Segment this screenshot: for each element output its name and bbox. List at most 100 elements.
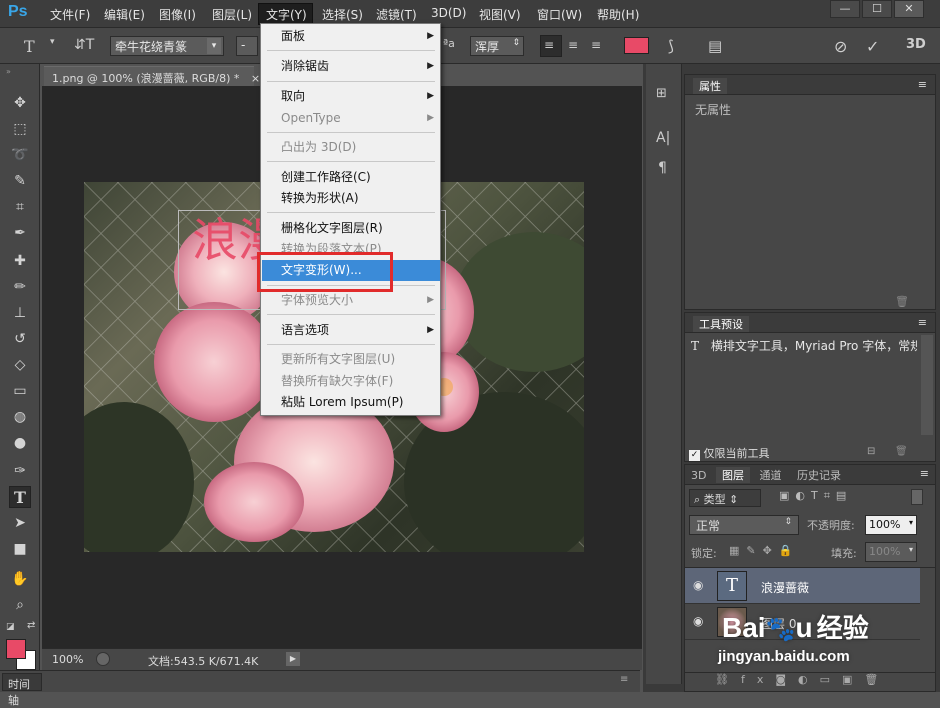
eye-icon[interactable]: ◉: [693, 614, 703, 628]
gradient-tool-icon[interactable]: ▭: [9, 380, 31, 402]
default-colors-icon[interactable]: ◪: [6, 622, 15, 632]
quick-select-tool-icon[interactable]: ✎: [9, 170, 31, 192]
eye-icon[interactable]: ◉: [693, 578, 703, 592]
menu-edit[interactable]: 编辑(E): [104, 6, 145, 23]
tab-history[interactable]: 历史记录: [791, 467, 847, 483]
menu-item-convert-to-shape[interactable]: 转换为形状(A): [261, 188, 440, 209]
chevron-down-icon[interactable]: ▾: [50, 37, 55, 47]
swap-colors-icon[interactable]: ⇄: [27, 620, 35, 631]
character-panel-icon[interactable]: ▤: [708, 37, 722, 55]
healing-brush-tool-icon[interactable]: ✚: [9, 250, 31, 272]
tab-3d[interactable]: 3D: [685, 469, 712, 482]
scrollbar[interactable]: [921, 335, 933, 435]
timeline-tab[interactable]: 时间轴: [2, 673, 42, 707]
marquee-tool-icon[interactable]: ⬚: [9, 118, 31, 140]
menu-item-create-work-path[interactable]: 创建工作路径(C): [261, 167, 440, 188]
text-orientation-icon[interactable]: ⇵T: [74, 37, 94, 53]
tool-preset-item[interactable]: T 横排文字工具，Myriad Pro 字体，常规: [685, 333, 917, 358]
filter-icons[interactable]: ▣◐T⌗▤: [779, 489, 852, 503]
antialias-select[interactable]: 浑厚 ⇕: [470, 36, 524, 56]
tab-channels[interactable]: 通道: [753, 467, 787, 483]
layer-name[interactable]: 浪漫蔷薇: [761, 579, 809, 596]
type-tool-icon[interactable]: T: [9, 486, 31, 508]
panel-menu-icon[interactable]: ≡: [620, 674, 628, 685]
font-style-select[interactable]: -: [236, 36, 258, 56]
clone-stamp-tool-icon[interactable]: ⊥: [9, 302, 31, 324]
history-brush-tool-icon[interactable]: ↺: [9, 328, 31, 350]
document-tab[interactable]: 1.png @ 100% (浪漫蔷薇, RGB/8) * ×: [44, 66, 260, 86]
eyedropper-tool-icon[interactable]: ✒: [9, 222, 31, 244]
maximize-button[interactable]: ☐: [862, 0, 892, 18]
panel-menu-icon[interactable]: ≡: [918, 78, 927, 91]
filter-kind-select[interactable]: ⌕ 类型 ⇕: [689, 489, 761, 507]
warp-text-icon[interactable]: ⟆: [668, 37, 674, 55]
close-tab-icon[interactable]: ×: [251, 72, 260, 85]
menu-item-update-all: 更新所有文字图层(U): [281, 352, 396, 366]
menu-window[interactable]: 窗口(W): [537, 6, 582, 23]
opacity-input[interactable]: 100% ▾: [865, 515, 917, 535]
path-select-tool-icon[interactable]: ➤: [9, 512, 31, 534]
paragraph-icon[interactable]: ¶: [658, 160, 667, 176]
font-family-select[interactable]: 牵牛花绕青篆 ▾: [110, 36, 224, 56]
timeline-bar: 时间轴 ≡: [0, 670, 640, 707]
move-tool-icon[interactable]: ✥: [9, 92, 31, 114]
text-color-swatch[interactable]: [624, 37, 649, 54]
crop-tool-icon[interactable]: ⌗: [9, 196, 31, 218]
panel-menu-icon[interactable]: ≡: [920, 467, 929, 480]
pen-tool-icon[interactable]: ✑: [9, 460, 31, 482]
trash-icon[interactable]: 🗑: [895, 295, 909, 308]
menu-type[interactable]: 文字(Y): [266, 6, 307, 23]
rectangle-tool-icon[interactable]: ■: [9, 538, 31, 560]
histogram-icon[interactable]: ⊞: [656, 86, 674, 104]
blend-mode-value: 正常: [696, 519, 721, 533]
menu-filter[interactable]: 滤镜(T): [376, 6, 417, 23]
blur-tool-icon[interactable]: ◍: [9, 406, 31, 428]
layer-row-text[interactable]: ◉ T 浪漫蔷薇: [685, 568, 920, 604]
menu-item-rasterize[interactable]: 栅格化文字图层(R): [261, 218, 440, 239]
menu-help[interactable]: 帮助(H): [597, 6, 639, 23]
menu-3d[interactable]: 3D(D): [431, 6, 466, 20]
blend-mode-select[interactable]: 正常 ⇕: [689, 515, 799, 535]
eraser-tool-icon[interactable]: ◇: [9, 354, 31, 376]
menu-layer[interactable]: 图层(L): [212, 6, 252, 23]
menu-item-paste-lorem[interactable]: 粘贴 Lorem Ipsum(P): [261, 392, 440, 413]
panel-menu-icon[interactable]: ≡: [918, 316, 927, 329]
align-center-icon[interactable]: ≡: [568, 38, 578, 52]
cancel-icon[interactable]: ⊘: [834, 37, 847, 56]
play-arrow-icon[interactable]: ▶: [286, 652, 300, 666]
only-current-tool-checkbox[interactable]: ✓ 仅限当前工具: [689, 445, 770, 461]
lasso-tool-icon[interactable]: ➰: [9, 144, 31, 166]
menu-image[interactable]: 图像(I): [159, 6, 196, 23]
layers-footer-icons[interactable]: ⛓fx◙◐▭▣🗑: [685, 672, 935, 690]
fill-input[interactable]: 100% ▾: [865, 542, 917, 562]
hand-tool-icon[interactable]: ✋: [9, 568, 31, 590]
align-right-icon[interactable]: ≡: [591, 38, 601, 52]
brush-tool-icon[interactable]: ✏: [9, 276, 31, 298]
menu-view[interactable]: 视图(V): [479, 6, 521, 23]
minimize-button[interactable]: —: [830, 0, 860, 18]
zoom-tool-icon[interactable]: ⌕: [9, 594, 31, 616]
close-button[interactable]: ✕: [894, 0, 924, 18]
menu-item-language-options[interactable]: 语言选项 ▶: [261, 320, 440, 341]
character-icon[interactable]: A|: [656, 130, 670, 146]
trash-icon[interactable]: 🗑: [895, 446, 908, 457]
panel-collapse-icon[interactable]: »: [6, 67, 11, 76]
new-preset-icon[interactable]: ⊟: [867, 446, 875, 457]
commit-icon[interactable]: ✓: [866, 37, 879, 56]
menu-select[interactable]: 选择(S): [322, 6, 363, 23]
tool-presets-tab[interactable]: 工具预设: [693, 316, 749, 332]
status-icon[interactable]: [96, 652, 110, 666]
lock-icons[interactable]: ▦✎✥🔒: [729, 544, 800, 557]
foreground-color-swatch[interactable]: [6, 639, 26, 659]
dodge-tool-icon[interactable]: ●: [9, 432, 31, 454]
menu-item-orientation[interactable]: 取向 ▶: [261, 86, 440, 107]
3d-button[interactable]: 3D: [906, 37, 926, 52]
tab-layers[interactable]: 图层: [715, 467, 750, 483]
type-tool-preset-icon[interactable]: T: [24, 37, 35, 56]
filter-toggle[interactable]: [911, 489, 923, 505]
properties-tab[interactable]: 属性: [693, 78, 727, 94]
menu-item-antialias[interactable]: 消除锯齿 ▶: [261, 56, 440, 77]
menu-file[interactable]: 文件(F): [50, 6, 90, 23]
zoom-level[interactable]: 100%: [52, 653, 83, 666]
menu-item-panels[interactable]: 面板 ▶: [261, 26, 440, 47]
